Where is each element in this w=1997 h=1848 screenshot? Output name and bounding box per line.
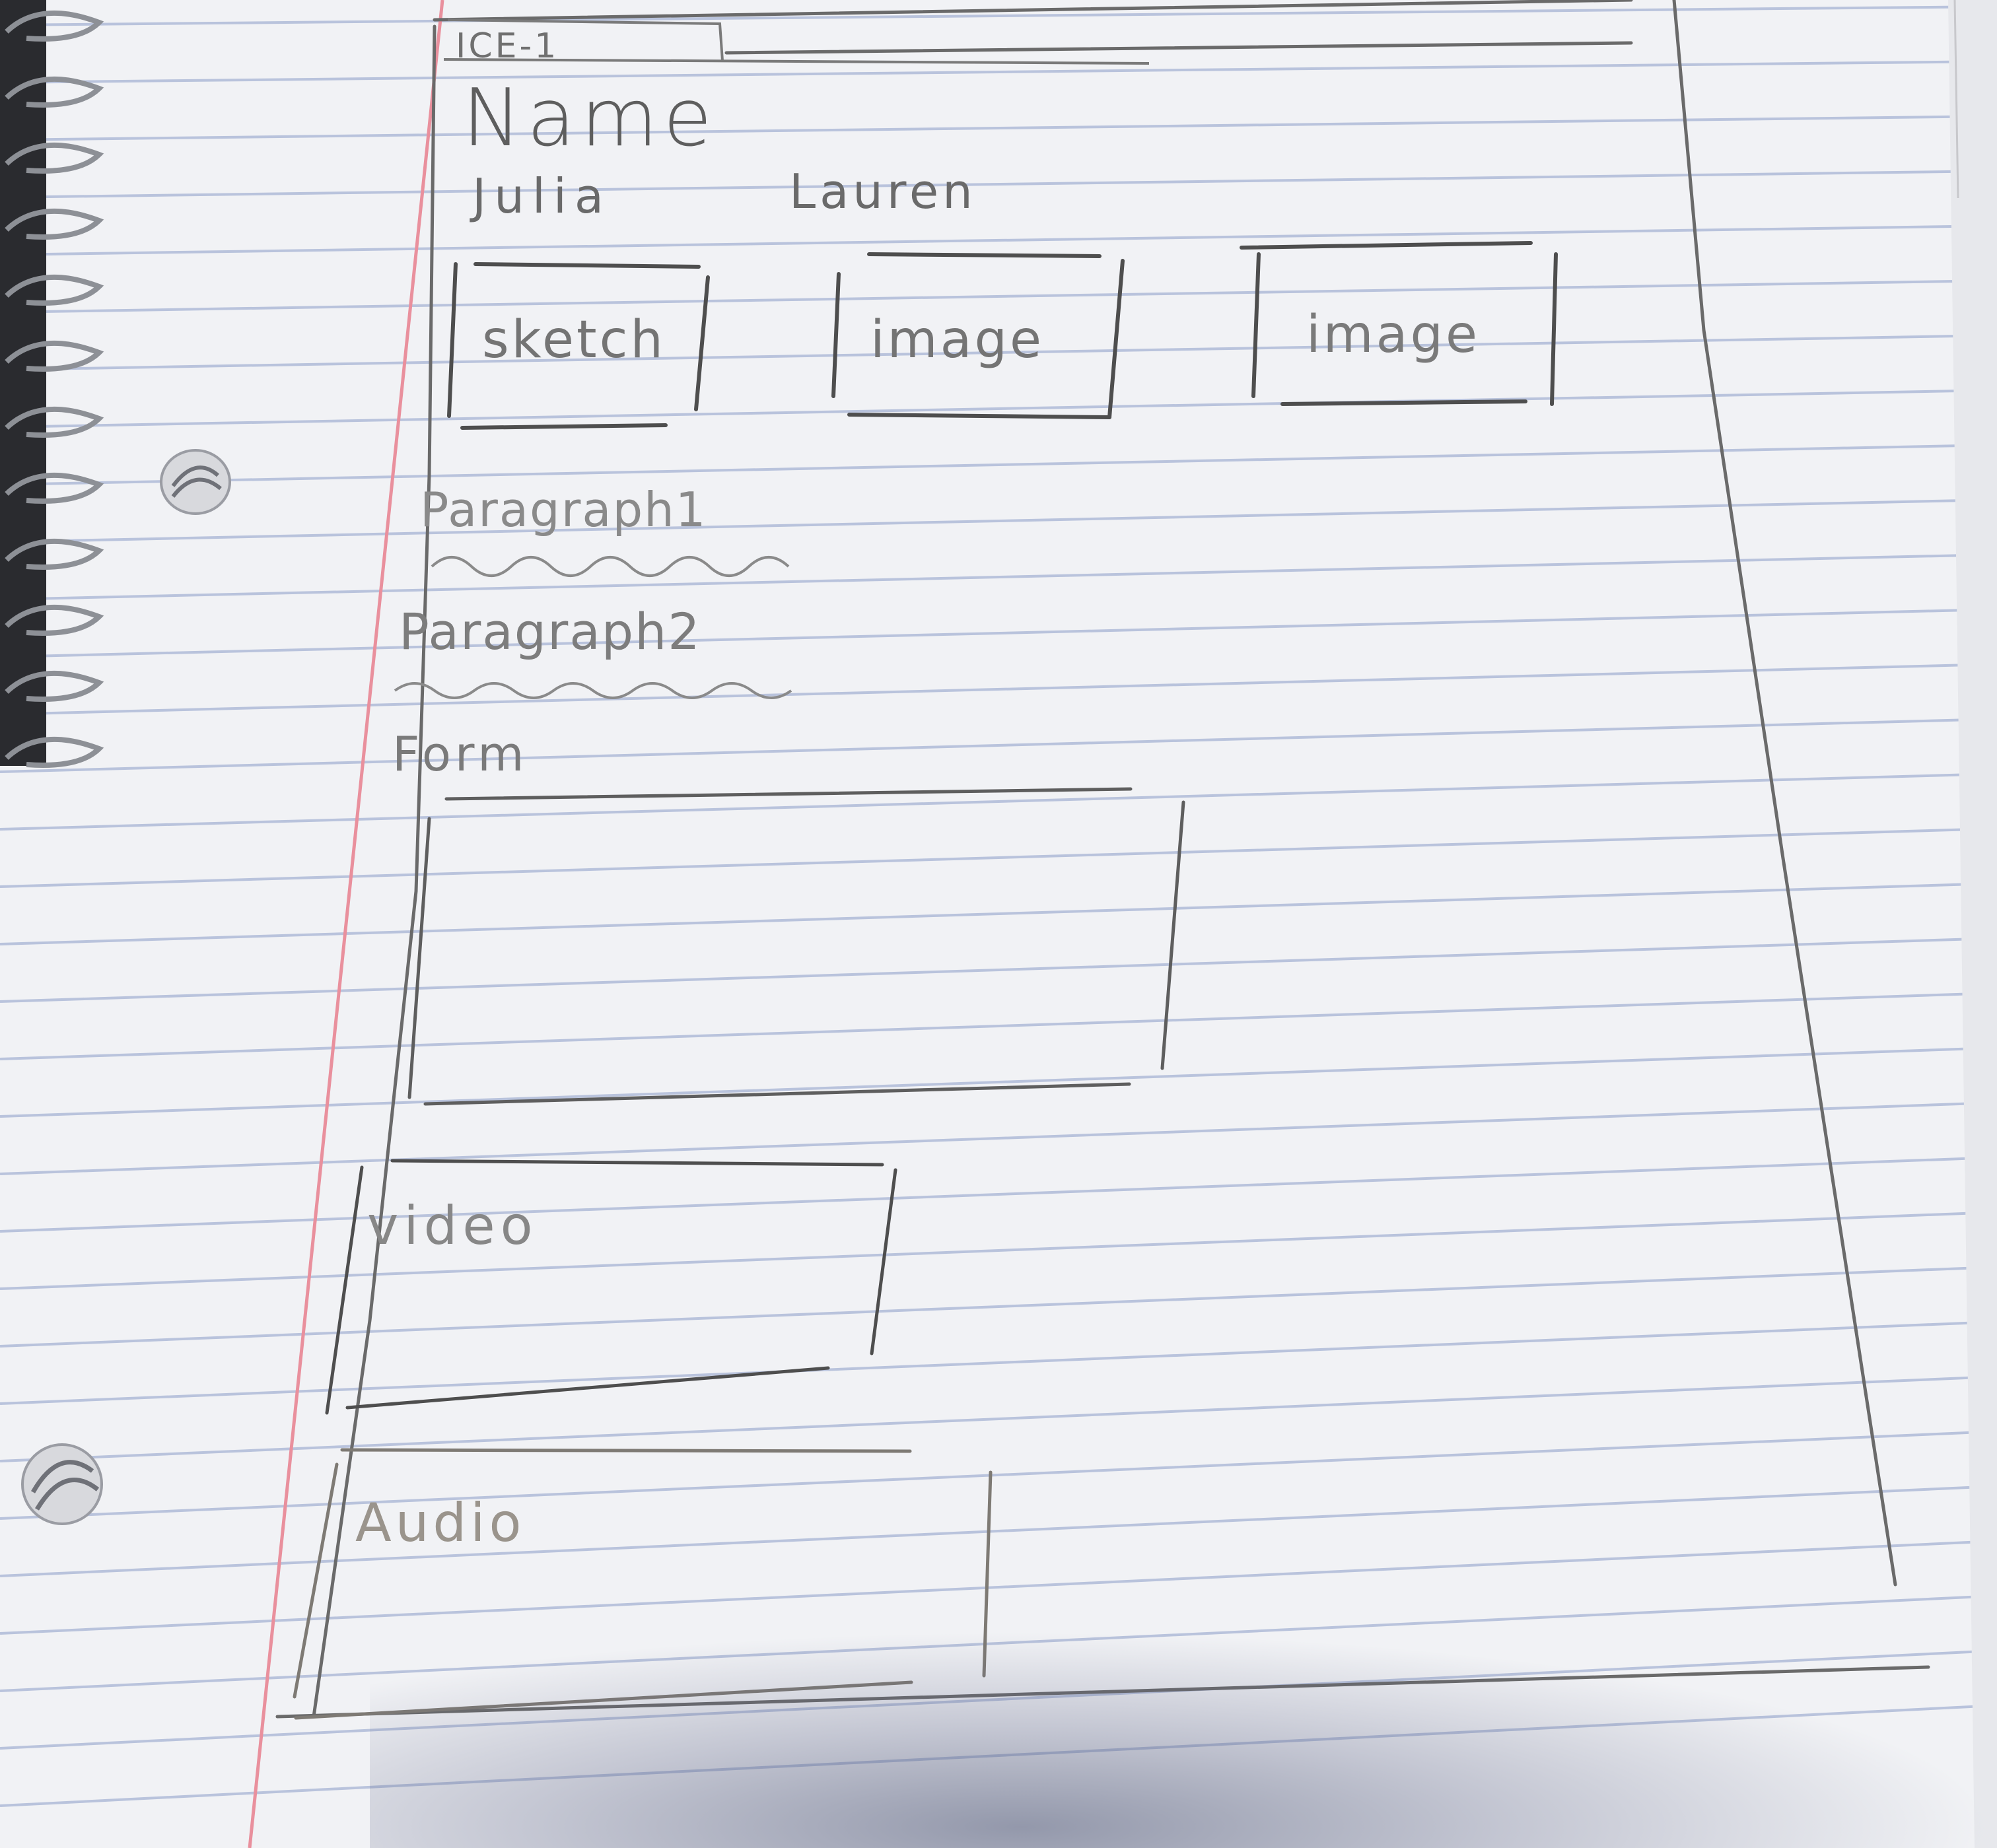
sketch-box-label: sketch bbox=[482, 310, 666, 370]
ruled-paper bbox=[0, 0, 1997, 1848]
author-name-1: Julia bbox=[472, 168, 612, 224]
page-title: Name bbox=[462, 73, 718, 164]
paragraph-2-label: Paragraph2 bbox=[399, 602, 701, 661]
header-tag-text: ICE-1 bbox=[456, 26, 559, 66]
audio-label: Audio bbox=[355, 1492, 526, 1554]
image-box-2-label: image bbox=[1306, 305, 1480, 364]
image-box-1-label: image bbox=[870, 310, 1044, 370]
notebook-page: ICE-1 Name Julia Lauren sketch image ima… bbox=[0, 0, 1997, 1848]
video-label: video bbox=[367, 1195, 538, 1256]
form-label: Form bbox=[392, 726, 528, 782]
author-name-2: Lauren bbox=[789, 164, 977, 219]
paragraph-1-label: Paragraph1 bbox=[420, 482, 707, 537]
